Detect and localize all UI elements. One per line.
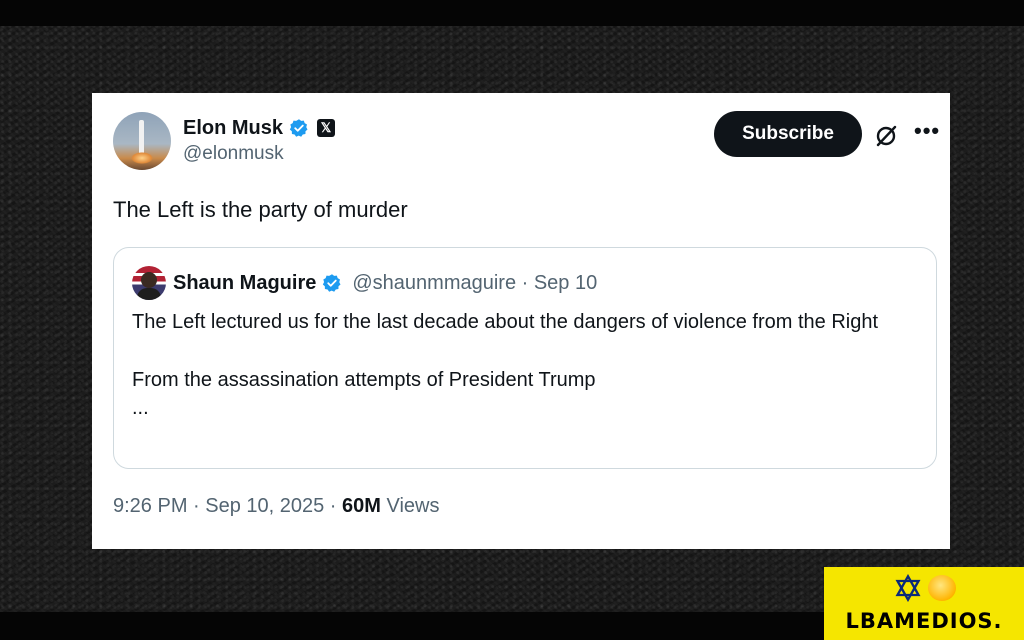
watermark-badge: LBAMEDIOS. [824, 567, 1024, 640]
rocket-flame [131, 152, 153, 164]
quote-avatar [132, 266, 166, 300]
verified-badge-icon [289, 119, 308, 137]
quote-author-row: Shaun Maguire @shaunmmaguire · Sep 10 [173, 268, 597, 298]
views-count: 60M [342, 495, 381, 517]
avatar[interactable] [113, 112, 171, 170]
tweet-card: Elon Musk 𝕏 @elonmusk Subscribe ••• The … [92, 93, 950, 549]
quote-text: The Left lectured us for the last decade… [132, 308, 932, 422]
star-of-david-icon [895, 574, 921, 602]
quote-ellipsis: ... [132, 397, 149, 419]
quote-line: From the assassination attempts of Presi… [132, 369, 596, 391]
top-letterbox [0, 0, 1024, 26]
emoji-icon [928, 575, 956, 601]
quote-line: The Left lectured us for the last decade… [132, 311, 879, 333]
tweet-meta: 9:26 PM · Sep 10, 2025 · 60M Views [113, 495, 439, 518]
grok-icon[interactable] [874, 124, 898, 148]
more-icon[interactable]: ••• [914, 120, 939, 145]
verified-badge-icon [323, 274, 341, 292]
tweet-text: The Left is the party of murder [113, 197, 408, 222]
quote-author-name: Shaun Maguire [173, 271, 317, 294]
subscribe-button[interactable]: Subscribe [714, 111, 862, 157]
views-label: Views [380, 495, 440, 517]
author-row: Elon Musk 𝕏 [183, 115, 336, 141]
timestamp[interactable]: 9:26 PM · Sep 10, 2025 · [113, 495, 342, 517]
author-name[interactable]: Elon Musk [183, 117, 283, 140]
watermark-text: LBAMEDIOS. [845, 609, 1003, 633]
quote-tweet[interactable]: Shaun Maguire @shaunmmaguire · Sep 10 Th… [113, 247, 937, 469]
x-logo-icon: 𝕏 [317, 119, 336, 137]
quote-author-handle: @shaunmmaguire · Sep 10 [352, 271, 598, 294]
author-handle[interactable]: @elonmusk [183, 143, 284, 165]
rocket-image [139, 120, 144, 156]
